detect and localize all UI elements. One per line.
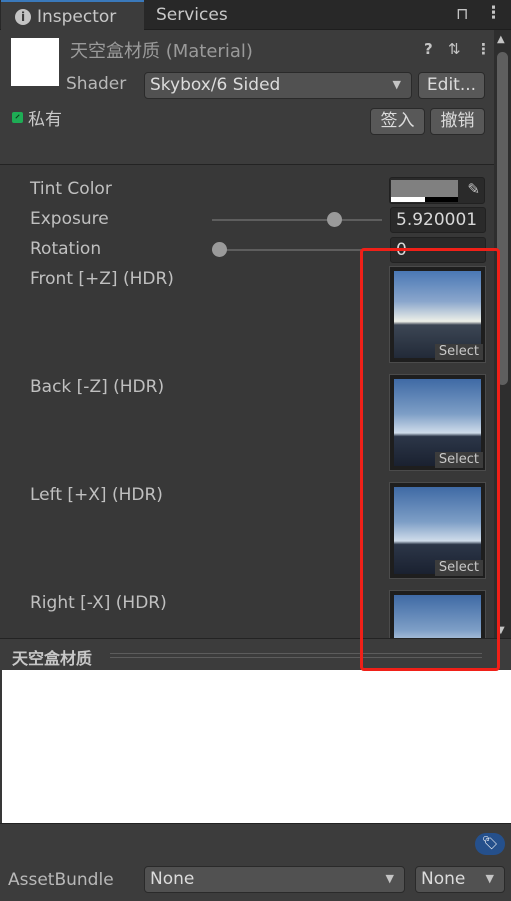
assetbundle-footer: 🏷 AssetBundle None ▼ None ▼	[0, 823, 511, 901]
preview-drag-handle[interactable]	[110, 653, 482, 658]
rotation-slider-track[interactable]	[212, 249, 382, 251]
material-title: 天空盒材质 (Material)	[70, 41, 253, 62]
rotation-slider-knob[interactable]	[212, 242, 227, 257]
assetbundle-variant-value: None	[421, 869, 466, 889]
select-button[interactable]: Select	[434, 452, 483, 468]
select-button[interactable]: Select	[434, 344, 483, 360]
vertical-scrollbar[interactable]: ▲ ▼	[494, 30, 511, 638]
preview-title: 天空盒材质	[12, 649, 93, 668]
rotation-input[interactable]: 0	[390, 237, 486, 263]
exposure-slider-track[interactable]	[212, 219, 382, 221]
checkin-button[interactable]: 签入	[370, 108, 425, 135]
tab-bar: i Inspector Services ⊓ ⋮	[0, 0, 511, 30]
private-label: 私有	[28, 110, 62, 130]
help-icon[interactable]: ?	[424, 40, 433, 58]
right-texture-label: Right [-X] (HDR)	[30, 593, 167, 613]
exposure-label: Exposure	[30, 209, 109, 229]
material-preview-thumbnail	[11, 38, 59, 86]
kebab-menu-icon[interactable]: ⋮	[476, 40, 491, 58]
lock-icon[interactable]: ⊓	[456, 4, 468, 23]
tag-icon[interactable]: 🏷	[475, 833, 505, 855]
preview-area[interactable]	[2, 670, 511, 823]
scrollbar-thumb[interactable]	[497, 52, 508, 385]
tint-color-label: Tint Color	[30, 179, 112, 199]
settings-sliders-icon[interactable]: ⇅	[448, 40, 461, 58]
assetbundle-variant-dropdown[interactable]: None ▼	[415, 866, 505, 893]
edit-shader-button[interactable]: Edit...	[418, 72, 485, 99]
preview-header[interactable]: 天空盒材质	[0, 638, 511, 670]
scroll-down-arrow-icon[interactable]: ▼	[497, 625, 505, 636]
exposure-input[interactable]: 5.920001	[390, 207, 486, 233]
chevron-down-icon: ▼	[385, 872, 394, 885]
shader-dropdown[interactable]: Skybox/6 Sided ▼	[144, 72, 412, 99]
select-button[interactable]: Select	[434, 560, 483, 576]
left-texture-slot[interactable]: Select	[389, 482, 486, 579]
eyedropper-icon[interactable]: ✎	[467, 180, 480, 198]
chevron-down-icon: ▼	[485, 872, 494, 885]
alpha-bar-white	[391, 197, 425, 202]
rotation-label: Rotation	[30, 239, 102, 259]
tab-services[interactable]: Services	[156, 0, 228, 30]
revert-button[interactable]: 撤销	[430, 108, 485, 135]
assetbundle-name-value: None	[150, 869, 195, 889]
chevron-down-icon: ▼	[392, 78, 401, 91]
back-texture-label: Back [-Z] (HDR)	[30, 377, 165, 397]
scroll-up-arrow-icon[interactable]: ▲	[497, 34, 505, 45]
front-texture-slot[interactable]: Select	[389, 266, 486, 363]
inspector-window: i Inspector Services ⊓ ⋮ 天空盒材质 (Material)…	[0, 0, 511, 901]
info-icon: i	[15, 9, 31, 25]
right-texture-thumbnail	[394, 595, 481, 638]
assetbundle-name-dropdown[interactable]: None ▼	[144, 866, 405, 893]
front-texture-label: Front [+Z] (HDR)	[30, 269, 174, 289]
shader-label: Shader	[66, 74, 127, 94]
right-texture-slot[interactable]	[389, 590, 486, 638]
alpha-bar-black	[425, 197, 458, 202]
material-header: 天空盒材质 (Material) ? ⇅ ⋮ Shader Skybox/6 S…	[0, 30, 494, 165]
left-texture-label: Left [+X] (HDR)	[30, 485, 163, 505]
tab-inspector-label: Inspector	[37, 7, 117, 27]
exposure-slider-knob[interactable]	[326, 212, 342, 227]
private-checkbox[interactable]	[12, 112, 23, 123]
assetbundle-label: AssetBundle	[8, 870, 114, 890]
tint-color-field[interactable]: ✎	[389, 177, 485, 204]
back-texture-slot[interactable]: Select	[389, 374, 486, 471]
kebab-menu-icon[interactable]: ⋮	[485, 3, 502, 23]
tint-color-swatch	[391, 180, 458, 197]
shader-value: Skybox/6 Sided	[150, 75, 281, 95]
tab-inspector[interactable]: i Inspector	[1, 0, 144, 30]
